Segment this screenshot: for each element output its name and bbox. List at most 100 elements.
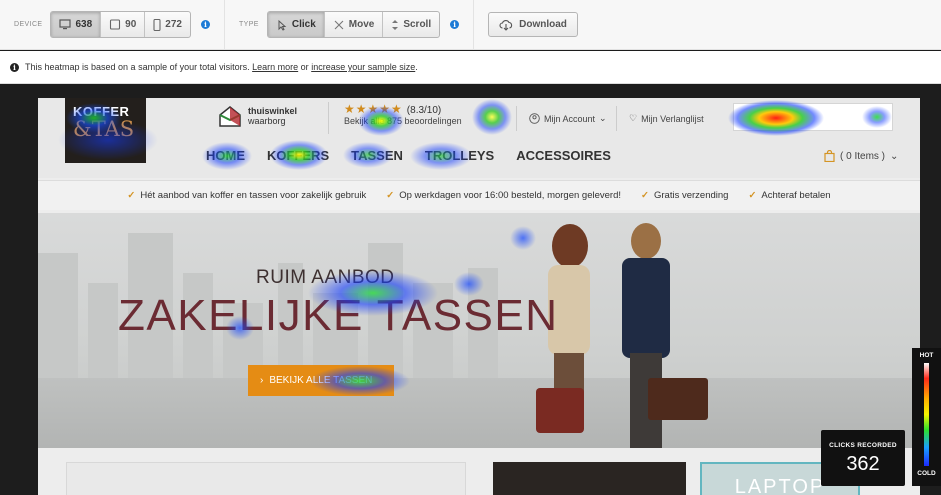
heatmap-toolbar: DEVICE 638 90 272 i TYPE Click Move Scro… — [0, 0, 941, 50]
site-logo[interactable]: KOFFER &TAS — [65, 98, 146, 163]
hero-cta-label: BEKIJK ALLE TASSEN — [269, 375, 373, 386]
notice-or: or — [300, 62, 309, 72]
category-tiles: LAPTOP — [38, 454, 920, 495]
usp-text-1: Hét aanbod van koffer en tassen voor zak… — [140, 190, 367, 201]
usp-bar: ✓ Hét aanbod van koffer en tassen voor za… — [38, 180, 920, 210]
desktop-icon — [59, 19, 72, 30]
rating-link[interactable]: Bekijk alle 875 beoordelingen — [344, 116, 462, 126]
type-move-button[interactable]: Move — [325, 12, 384, 37]
usp-text-2: Op werkdagen voor 16:00 besteld, morgen … — [399, 190, 622, 201]
chevron-down-icon: ⌄ — [890, 150, 899, 162]
notice-text: This heatmap is based on a sample of you… — [25, 62, 250, 72]
wishlist-link[interactable]: ♡ Mijn Verlanglijst — [616, 106, 704, 131]
nav-home[interactable]: HOME — [206, 148, 245, 163]
nav-tassen[interactable]: TASSEN — [351, 148, 403, 163]
type-click-label: Click — [291, 19, 316, 30]
tablet-icon — [110, 19, 121, 30]
usp-item: ✓ Achteraf betalen — [748, 190, 830, 201]
cart-link[interactable]: ( 0 Items ) ⌄ — [824, 150, 898, 162]
nav-koffers[interactable]: KOFFERS — [267, 148, 329, 163]
device-selector: 638 90 272 — [50, 11, 191, 38]
rating-score: (8.3/10) — [406, 105, 442, 116]
clicks-recorded-value: 362 — [846, 453, 880, 475]
mobile-icon — [153, 18, 161, 31]
heatmap-stage: KOFFER &TAS thuiswinkel waarborg ★★★★★ (8… — [0, 85, 941, 495]
user-icon — [529, 113, 540, 124]
device-mobile-count: 272 — [165, 19, 182, 30]
check-icon: ✓ — [748, 190, 757, 201]
site-header: KOFFER &TAS thuiswinkel waarborg ★★★★★ (8… — [38, 98, 920, 178]
type-scroll-button[interactable]: Scroll — [383, 12, 439, 37]
account-menu[interactable]: Mijn Account ⌄ — [516, 106, 607, 131]
increase-sample-link[interactable]: increase your sample size — [311, 62, 415, 72]
heat-legend: HOT COLD — [912, 348, 941, 486]
legend-hot-label: HOT — [919, 352, 934, 359]
device-tablet-button[interactable]: 90 — [101, 12, 146, 37]
bag-icon — [824, 150, 835, 162]
nav-accessoires[interactable]: ACCESSOIRES — [516, 148, 611, 163]
notice-period: . — [415, 62, 418, 72]
device-desktop-button[interactable]: 638 — [51, 12, 102, 37]
scroll-icon — [392, 19, 399, 30]
device-desktop-count: 638 — [75, 19, 93, 30]
device-label: DEVICE — [14, 21, 43, 28]
trust-line-1: thuiswinkel — [248, 106, 298, 116]
main-nav: HOME KOFFERS TASSEN TROLLEYS ACCESSOIRES — [206, 148, 611, 163]
info-icon: i — [10, 62, 19, 72]
legend-cold-label: COLD — [917, 470, 936, 477]
trust-line-2: waarborg — [248, 116, 286, 126]
device-group: DEVICE 638 90 272 i — [0, 0, 225, 50]
type-info-icon[interactable]: i — [450, 20, 460, 29]
cart-label: ( 0 Items ) — [840, 150, 886, 162]
category-tile-1[interactable] — [66, 462, 466, 495]
type-scroll-label: Scroll — [403, 19, 432, 30]
hero-banner: RUIM AANBOD ZAKELIJKE TASSEN › BEKIJK AL… — [38, 213, 920, 448]
site-search-input[interactable] — [733, 103, 893, 131]
clicks-recorded-label: CLICKS RECORDED — [829, 442, 897, 449]
check-icon: ✓ — [641, 190, 649, 201]
download-label: Download — [519, 19, 567, 30]
rating-block[interactable]: ★★★★★ (8.3/10) Bekijk alle 875 beoordelin… — [328, 102, 462, 134]
chevron-right-icon: › — [260, 375, 264, 386]
clicks-recorded-panel: CLICKS RECORDED 362 — [821, 430, 905, 486]
account-label: Mijn Account — [544, 113, 596, 124]
usp-text-3: Gratis verzending — [653, 190, 729, 201]
check-icon: ✓ — [127, 190, 136, 201]
device-mobile-button[interactable]: 272 — [145, 12, 190, 37]
type-click-button[interactable]: Click — [267, 12, 325, 37]
rating-stars: ★★★★★ — [344, 102, 403, 116]
download-group: Download — [474, 0, 592, 50]
heart-icon: ♡ — [629, 113, 638, 123]
site-preview: KOFFER &TAS thuiswinkel waarborg ★★★★★ (8… — [38, 98, 920, 495]
sample-notice: i This heatmap is based on a sample of y… — [0, 51, 941, 84]
tile-label: LAPTOP — [734, 476, 826, 495]
water-image — [38, 378, 920, 448]
cloud-download-icon — [499, 19, 513, 31]
download-button[interactable]: Download — [488, 12, 578, 37]
usp-item: ✓ Hét aanbod van koffer en tassen voor za… — [127, 190, 366, 201]
move-icon — [334, 20, 344, 29]
wishlist-label: Mijn Verlanglijst — [641, 113, 704, 124]
category-tile-2[interactable] — [493, 462, 686, 495]
device-tablet-count: 90 — [125, 19, 137, 30]
device-info-icon[interactable]: i — [200, 20, 210, 29]
chevron-down-icon: ⌄ — [599, 113, 607, 123]
type-label: TYPE — [238, 21, 259, 28]
type-selector: Click Move Scroll — [266, 11, 441, 38]
click-icon — [278, 19, 287, 31]
type-move-label: Move — [348, 19, 375, 30]
type-group: TYPE Click Move Scroll i — [225, 0, 475, 50]
logo-line-2: &TAS — [73, 117, 135, 141]
usp-item: ✓ Gratis verzending — [641, 190, 728, 201]
thuiswinkel-badge[interactable]: thuiswinkel waarborg — [218, 105, 297, 127]
hero-title: ZAKELIJKE TASSEN — [118, 291, 559, 340]
usp-item: ✓ Op werkdagen voor 16:00 besteld, morgen… — [386, 190, 621, 201]
usp-text-4: Achteraf betalen — [761, 190, 831, 201]
hero-cta-button[interactable]: › BEKIJK ALLE TASSEN — [248, 365, 394, 396]
house-icon — [219, 106, 241, 127]
hero-subtitle: RUIM AANBOD — [256, 267, 395, 288]
check-icon: ✓ — [386, 190, 395, 201]
learn-more-link[interactable]: Learn more — [252, 62, 298, 72]
legend-gradient — [924, 363, 929, 466]
nav-trolleys[interactable]: TROLLEYS — [425, 148, 494, 163]
